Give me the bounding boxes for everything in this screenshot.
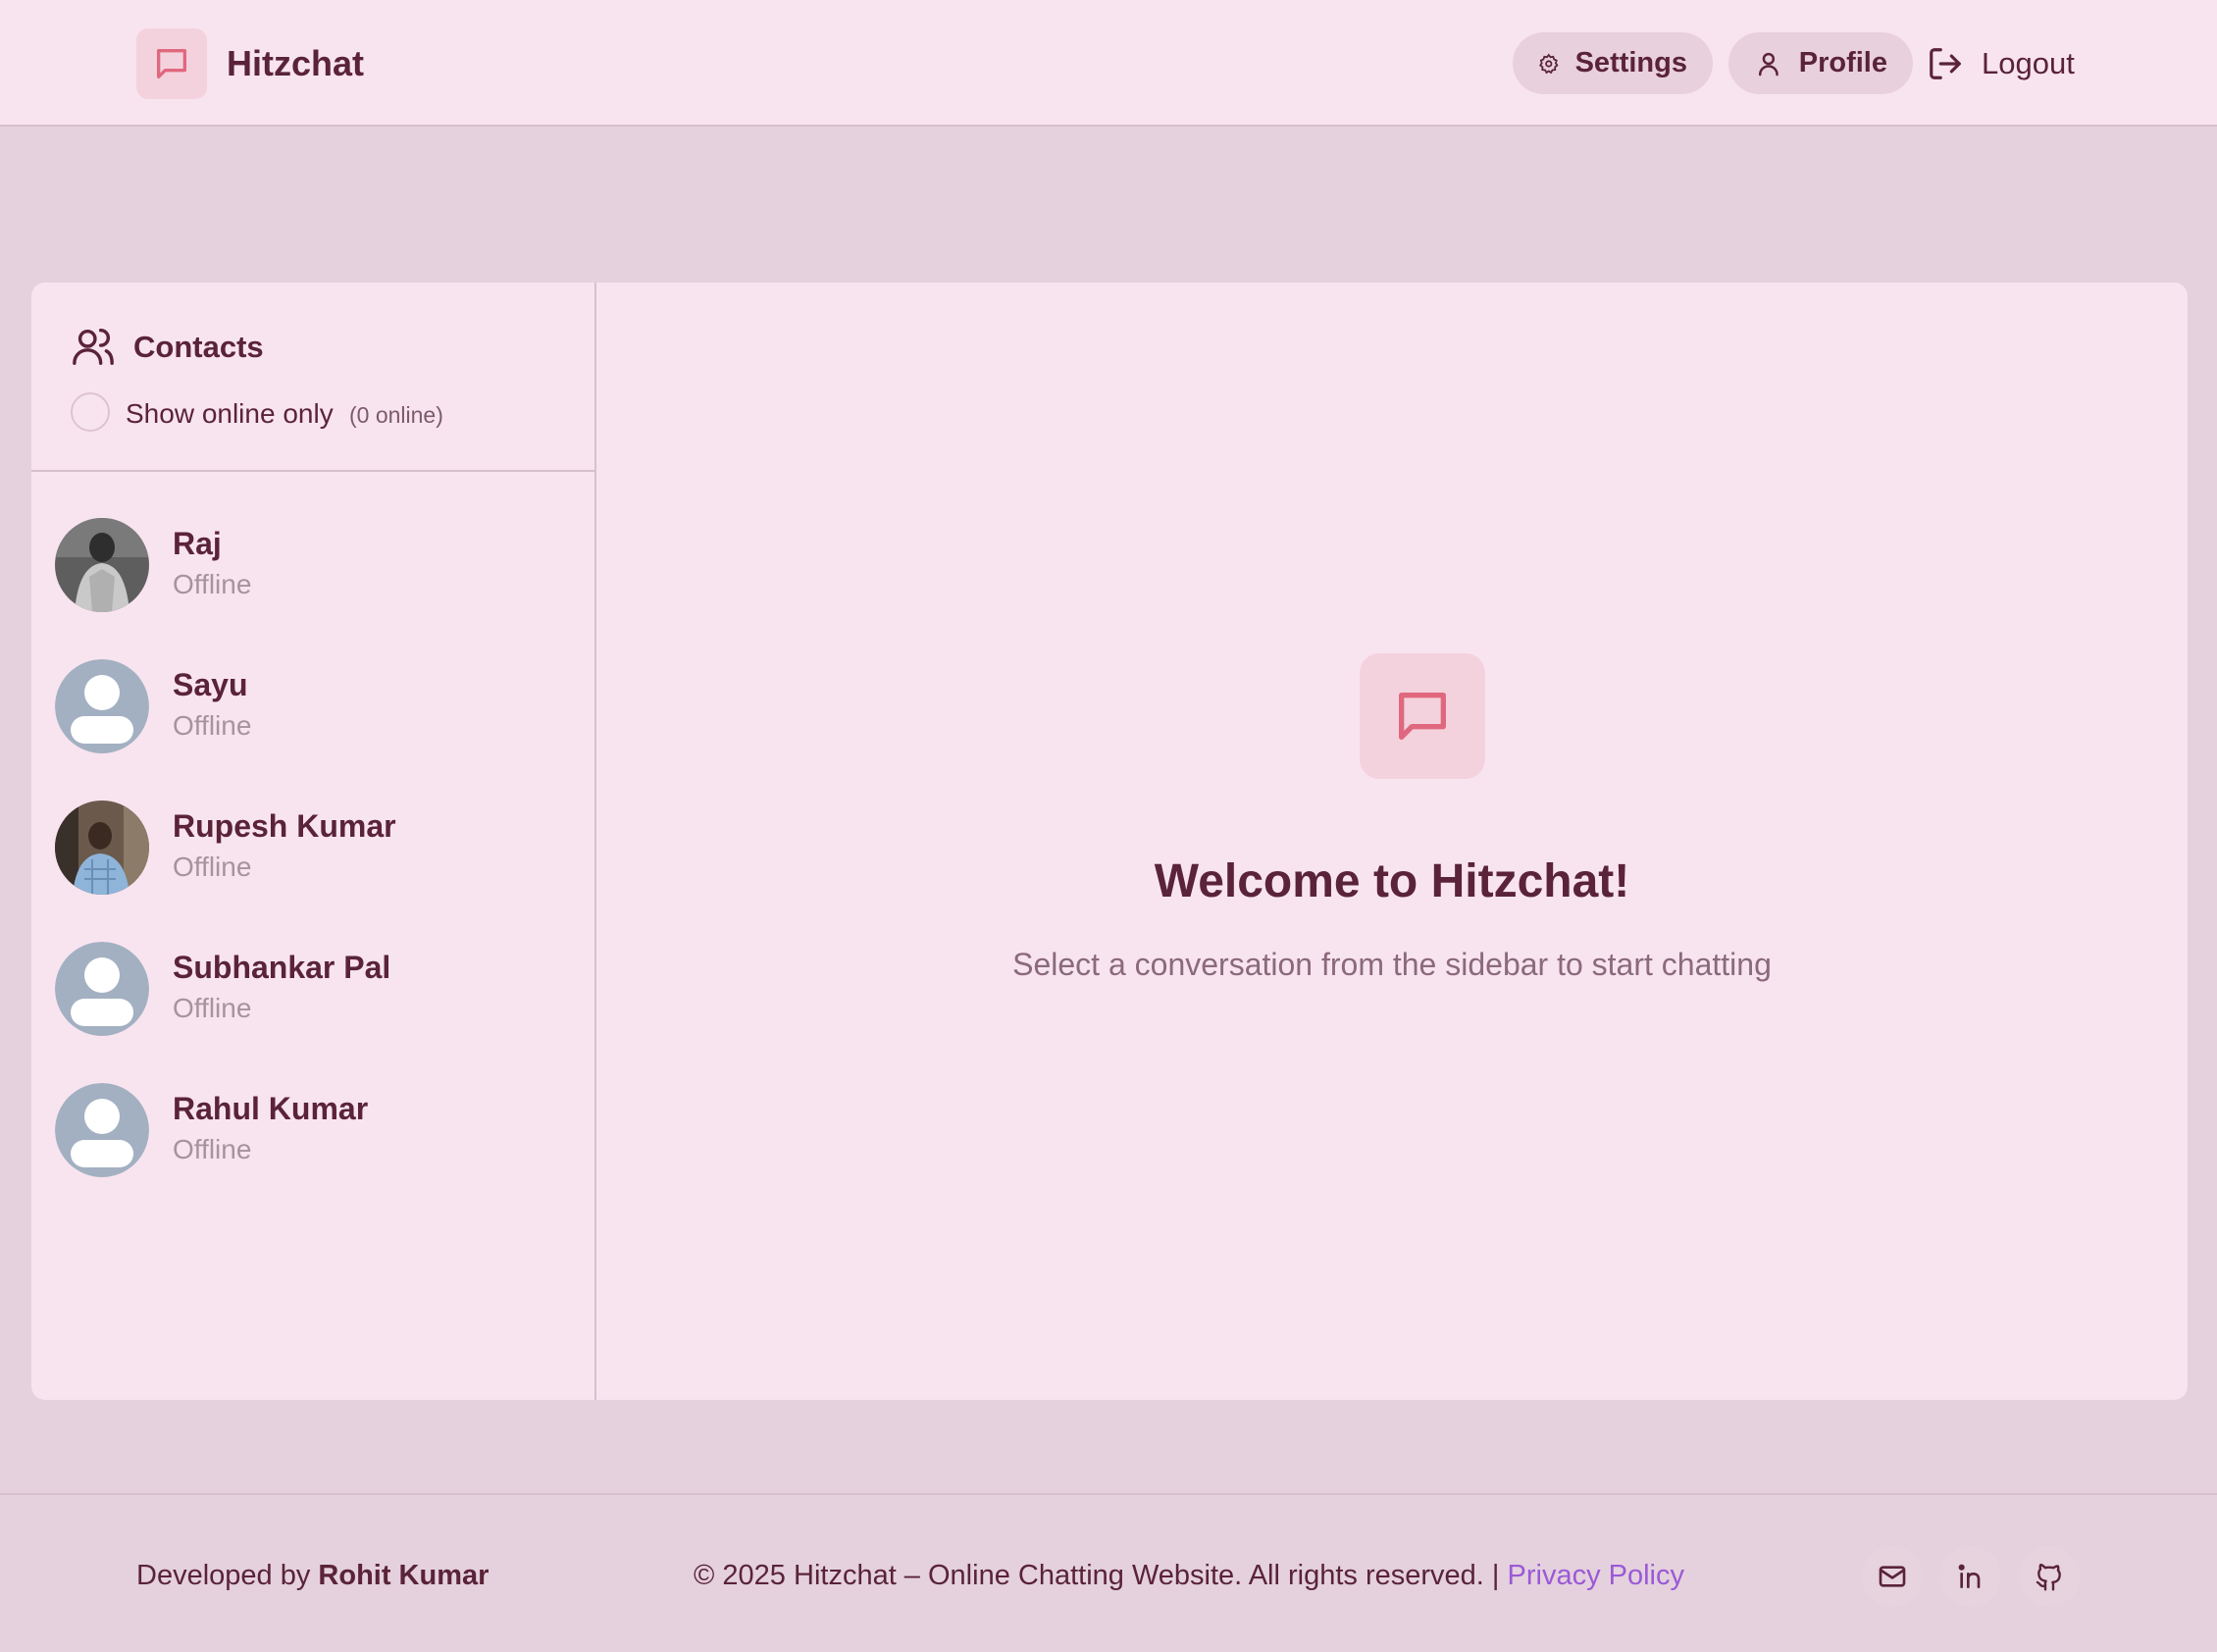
contact-item-sayu[interactable]: Sayu Offline — [31, 642, 594, 769]
welcome-title: Welcome to Hitzchat! — [1154, 855, 1630, 907]
avatar — [55, 800, 149, 895]
gear-icon — [1539, 53, 1559, 74]
default-user-icon — [55, 1083, 149, 1177]
settings-button[interactable]: Settings — [1513, 32, 1713, 94]
logout-icon — [1930, 47, 1961, 79]
linkedin-button[interactable] — [1940, 1546, 2001, 1607]
chat-bubble-icon — [157, 49, 186, 79]
default-user-icon — [55, 659, 149, 753]
contact-name: Rahul Kumar — [173, 1091, 369, 1126]
online-count: (0 online) — [349, 402, 443, 428]
copyright-text: © 2025 Hitzchat – Online Chatting Websit… — [694, 1560, 1508, 1591]
contacts-title: Contacts — [133, 330, 264, 364]
developer-prefix: Developed by — [136, 1560, 319, 1591]
settings-label: Settings — [1574, 47, 1687, 78]
contact-status: Offline — [173, 852, 252, 882]
contact-status: Offline — [173, 710, 252, 741]
contact-name: Subhankar Pal — [173, 950, 391, 985]
top-navbar: Hitzchat Settings Profile Logout — [0, 0, 2217, 127]
privacy-policy-link[interactable]: Privacy Policy — [1508, 1560, 1685, 1591]
mail-icon — [1879, 1566, 1906, 1587]
welcome-logo — [1360, 653, 1485, 779]
linkedin-icon — [1958, 1564, 1981, 1588]
logout-button[interactable]: Logout — [1927, 32, 2075, 94]
contact-name: Sayu — [173, 667, 248, 702]
contacts-sidebar: Contacts Show online only (0 online) Raj… — [31, 283, 596, 1400]
contact-status: Offline — [173, 569, 252, 599]
show-online-only-label[interactable]: Show online only — [126, 394, 334, 434]
profile-button[interactable]: Profile — [1728, 32, 1913, 94]
profile-label: Profile — [1798, 47, 1887, 78]
contact-name: Raj — [173, 526, 222, 561]
logo[interactable] — [136, 28, 207, 99]
github-icon — [2036, 1563, 2061, 1591]
contact-item-rupesh-kumar[interactable]: Rupesh Kumar Offline — [31, 783, 594, 910]
developer-credit: Developed by Rohit Kumar — [136, 1556, 489, 1595]
developer-name: Rohit Kumar — [318, 1560, 490, 1591]
copyright: © 2025 Hitzchat – Online Chatting Websit… — [694, 1556, 1684, 1595]
welcome-panel: Welcome to Hitzchat! Select a conversati… — [596, 283, 2188, 1400]
welcome-subtitle: Select a conversation from the sidebar t… — [1012, 947, 1772, 982]
show-online-only-checkbox[interactable] — [71, 392, 110, 432]
chat-container: Contacts Show online only (0 online) Raj… — [31, 283, 2188, 1400]
logout-label: Logout — [1982, 45, 2075, 80]
contact-name: Rupesh Kumar — [173, 808, 396, 844]
app-title[interactable]: Hitzchat — [227, 39, 364, 88]
contact-item-subhankar-pal[interactable]: Subhankar Pal Offline — [31, 924, 594, 1052]
footer: Developed by Rohit Kumar © 2025 Hitzchat… — [0, 1493, 2217, 1652]
github-button[interactable] — [2019, 1546, 2080, 1607]
contact-item-raj[interactable]: Raj Offline — [31, 500, 594, 628]
sidebar-header: Contacts Show online only (0 online) — [31, 283, 594, 472]
contact-status: Offline — [173, 1134, 252, 1164]
avatar — [55, 518, 149, 612]
default-user-icon — [55, 942, 149, 1036]
contact-item-rahul-kumar[interactable]: Rahul Kumar Offline — [31, 1065, 594, 1193]
users-icon — [73, 328, 114, 365]
contact-status: Offline — [173, 993, 252, 1023]
chat-bubble-icon — [1399, 693, 1446, 740]
mail-button[interactable] — [1862, 1546, 1923, 1607]
user-icon — [1758, 52, 1779, 76]
